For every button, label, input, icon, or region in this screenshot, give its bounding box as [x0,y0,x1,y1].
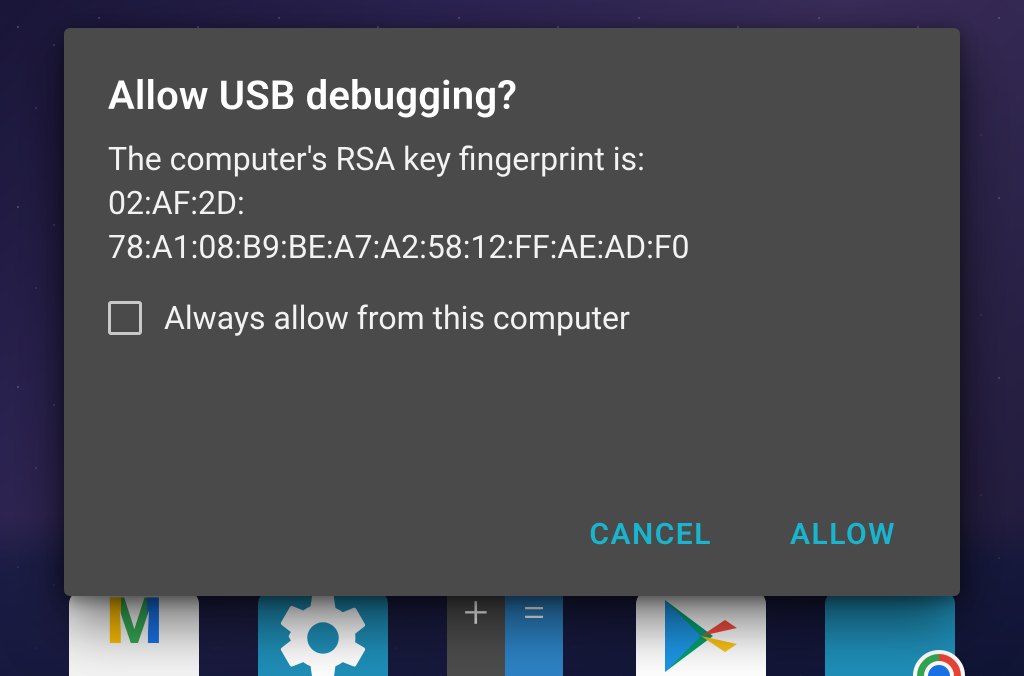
dock-calculator-icon[interactable]: + = [447,590,577,676]
always-allow-checkbox[interactable] [108,301,142,335]
dock-app-icon[interactable] [825,590,955,676]
always-allow-row[interactable]: Always allow from this computer [108,299,916,337]
usb-debugging-dialog: Allow USB debugging? The computer's RSA … [64,28,960,596]
always-allow-label: Always allow from this computer [164,299,630,337]
plus-icon: + [447,586,505,676]
gear-icon [269,584,377,676]
cancel-button[interactable]: CANCEL [579,509,722,560]
dock-play-icon[interactable] [636,590,766,676]
dialog-fingerprint-line1: 02:AF:2D: [108,181,916,225]
dialog-title: Allow USB debugging? [108,72,916,119]
equals-icon: = [505,586,563,676]
play-store-icon [653,588,749,676]
chrome-icon [913,650,965,676]
dialog-actions: CANCEL ALLOW [108,449,916,560]
dock-settings-icon[interactable] [258,590,388,676]
allow-button[interactable]: ALLOW [780,509,906,560]
app-dock: + = [0,590,1024,676]
dialog-message: The computer's RSA key fingerprint is: [108,137,916,181]
dialog-fingerprint-line2: 78:A1:08:B9:BE:A7:A2:58:12:FF:AE:AD:F0 [108,225,916,269]
dock-gmail-icon[interactable] [69,590,199,676]
